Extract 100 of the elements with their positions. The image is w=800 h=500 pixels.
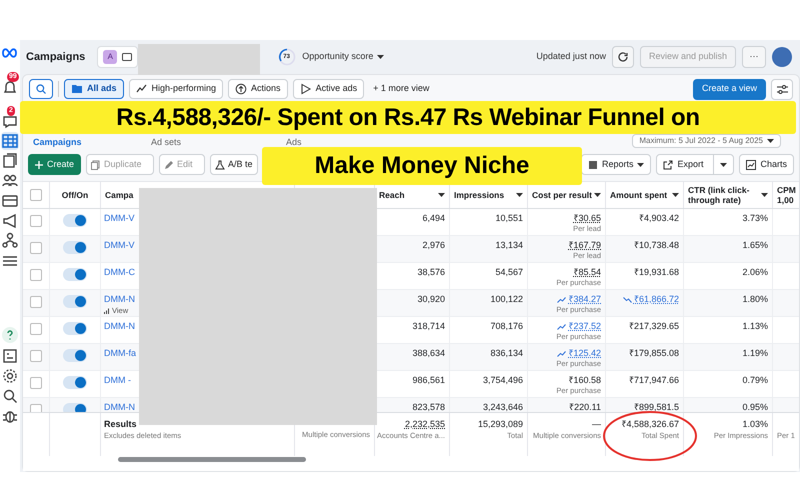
folder-icon (71, 83, 83, 95)
search-icon[interactable] (1, 387, 19, 405)
table-cell: ₹4,903.42 (638, 213, 679, 224)
campaign-link[interactable]: DMM-V (104, 213, 134, 224)
campaign-link[interactable]: DMM-fa (104, 348, 136, 359)
campaign-link[interactable]: DMM-N (104, 321, 135, 332)
column-header[interactable]: Amount spent (610, 190, 668, 200)
level-tab[interactable]: Campaigns (33, 137, 151, 148)
cost-link[interactable]: ₹30.65 (573, 213, 601, 224)
create-button[interactable]: Create (28, 154, 82, 175)
toggle-switch[interactable] (63, 295, 87, 308)
trend-up-icon (557, 296, 566, 302)
table-cell: 836,134 (490, 348, 523, 358)
campaign-link[interactable]: DMM-V (104, 240, 134, 251)
amount-link[interactable]: ₹61,866.72 (634, 294, 679, 305)
date-range-picker[interactable]: Maximum: 5 Jul 2022 - 5 Aug 2025 (632, 134, 781, 148)
cost-link[interactable]: ₹167.79 (568, 240, 601, 251)
row-checkbox[interactable] (30, 296, 42, 308)
table-cell: ₹717,947.66 (628, 375, 679, 386)
table-cell: ₹899,581.5 (634, 402, 679, 412)
pages-icon[interactable] (1, 152, 19, 170)
more-views-button[interactable]: + 1 more view (369, 79, 434, 99)
table-cell: 2,976 (422, 240, 445, 250)
row-checkbox[interactable] (30, 350, 42, 362)
export-button[interactable]: Export (656, 154, 734, 175)
column-header: CPM 1,00 (777, 185, 796, 205)
filter-button[interactable] (771, 78, 793, 100)
campaign-link[interactable]: DMM-C (104, 267, 135, 278)
toggle-switch[interactable] (63, 349, 87, 362)
campaign-link[interactable]: DMM-N (104, 402, 135, 412)
more-button[interactable]: ··· (742, 46, 766, 68)
table-cell: 1.19% (742, 348, 768, 358)
view-tab[interactable]: High-performing (128, 79, 224, 99)
column-header: Campa (105, 190, 134, 200)
search-button[interactable] (29, 79, 53, 99)
row-checkbox[interactable] (30, 377, 42, 389)
scrollbar-thumb[interactable] (118, 457, 306, 462)
column-header[interactable]: CTR (link click-through rate) (688, 185, 759, 205)
table-cell: 3,243,646 (482, 402, 523, 412)
table-cell: ₹179,855.08 (628, 348, 679, 359)
bar-chart-icon (104, 308, 110, 314)
table-cell: 1.65% (742, 240, 768, 250)
table-cell: 708,176 (490, 321, 523, 331)
toolbar-button[interactable]: A/B te (210, 154, 258, 175)
cost-link[interactable]: ₹85.54 (573, 267, 601, 278)
cost-link[interactable]: ₹237.52 (568, 321, 601, 332)
chart-icon (746, 160, 756, 170)
reports-button[interactable]: Reports (580, 154, 652, 175)
refresh-button[interactable] (612, 46, 634, 68)
headline-banner: Rs.4,588,326/- Spent on Rs.47 Rs Webinar Funnel on (20, 101, 796, 134)
search-icon (36, 84, 46, 94)
trend-icon (136, 83, 148, 95)
row-checkbox[interactable] (30, 215, 42, 227)
table-cell: 13,134 (495, 240, 523, 250)
charts-button[interactable]: Charts (739, 154, 794, 175)
update-status: Updated just now (536, 50, 606, 64)
table-cell: 6,494 (422, 213, 445, 223)
table-cell: ₹19,931.68 (634, 267, 679, 278)
cost-link[interactable]: ₹384.27 (568, 294, 601, 305)
toggle-switch[interactable] (63, 376, 87, 389)
settings-icon[interactable] (1, 367, 19, 385)
select-all-checkbox[interactable] (30, 189, 42, 201)
view-tab[interactable]: Actions (228, 79, 288, 99)
table-cell: 823,578 (412, 402, 445, 412)
cost-link[interactable]: ₹125.42 (568, 348, 601, 359)
caret-icon (761, 193, 768, 197)
account-avatar: A (103, 50, 118, 64)
toggle-switch[interactable] (63, 241, 87, 254)
row-checkbox[interactable] (30, 269, 42, 281)
arrow-circle-icon (235, 83, 248, 95)
account-selector[interactable]: A (97, 46, 138, 68)
toggle-switch[interactable] (63, 214, 87, 227)
caret-icon (594, 193, 601, 197)
create-view-button[interactable]: Create a view (692, 78, 766, 100)
campaign-link[interactable]: DMM-N (104, 294, 135, 305)
view-tab[interactable]: All ads (64, 79, 124, 99)
toggle-switch[interactable] (63, 268, 87, 281)
level-tab[interactable]: Ad sets (151, 137, 286, 148)
headline-banner: Make Money Niche (262, 147, 582, 185)
toggle-switch[interactable] (63, 322, 87, 335)
total-cell: — (592, 419, 601, 430)
table-cell: 318,714 (412, 321, 445, 331)
help-icon[interactable] (1, 326, 19, 344)
toolbar-button[interactable]: Duplicate (86, 154, 154, 175)
level-tab[interactable]: Ads (286, 137, 346, 148)
row-checkbox[interactable] (30, 323, 42, 335)
copy-icon (91, 160, 102, 170)
column-header[interactable]: Cost per result (532, 190, 592, 200)
total-cell: ₹4,588,326.67 (621, 419, 679, 430)
table-cell: 54,567 (495, 267, 523, 277)
column-header[interactable]: Impressions (454, 190, 504, 200)
document-icon[interactable] (1, 347, 19, 365)
column-header[interactable]: Reach (379, 190, 405, 200)
campaign-link[interactable]: DMM - (104, 375, 131, 386)
table-icon[interactable] (1, 132, 19, 150)
view-tab[interactable]: Active ads (292, 79, 364, 99)
row-checkbox[interactable] (30, 242, 42, 254)
network-icon[interactable] (1, 232, 19, 250)
opportunity-score-label[interactable]: Opportunity score (302, 50, 374, 64)
table-cell: 0.95% (742, 402, 768, 412)
